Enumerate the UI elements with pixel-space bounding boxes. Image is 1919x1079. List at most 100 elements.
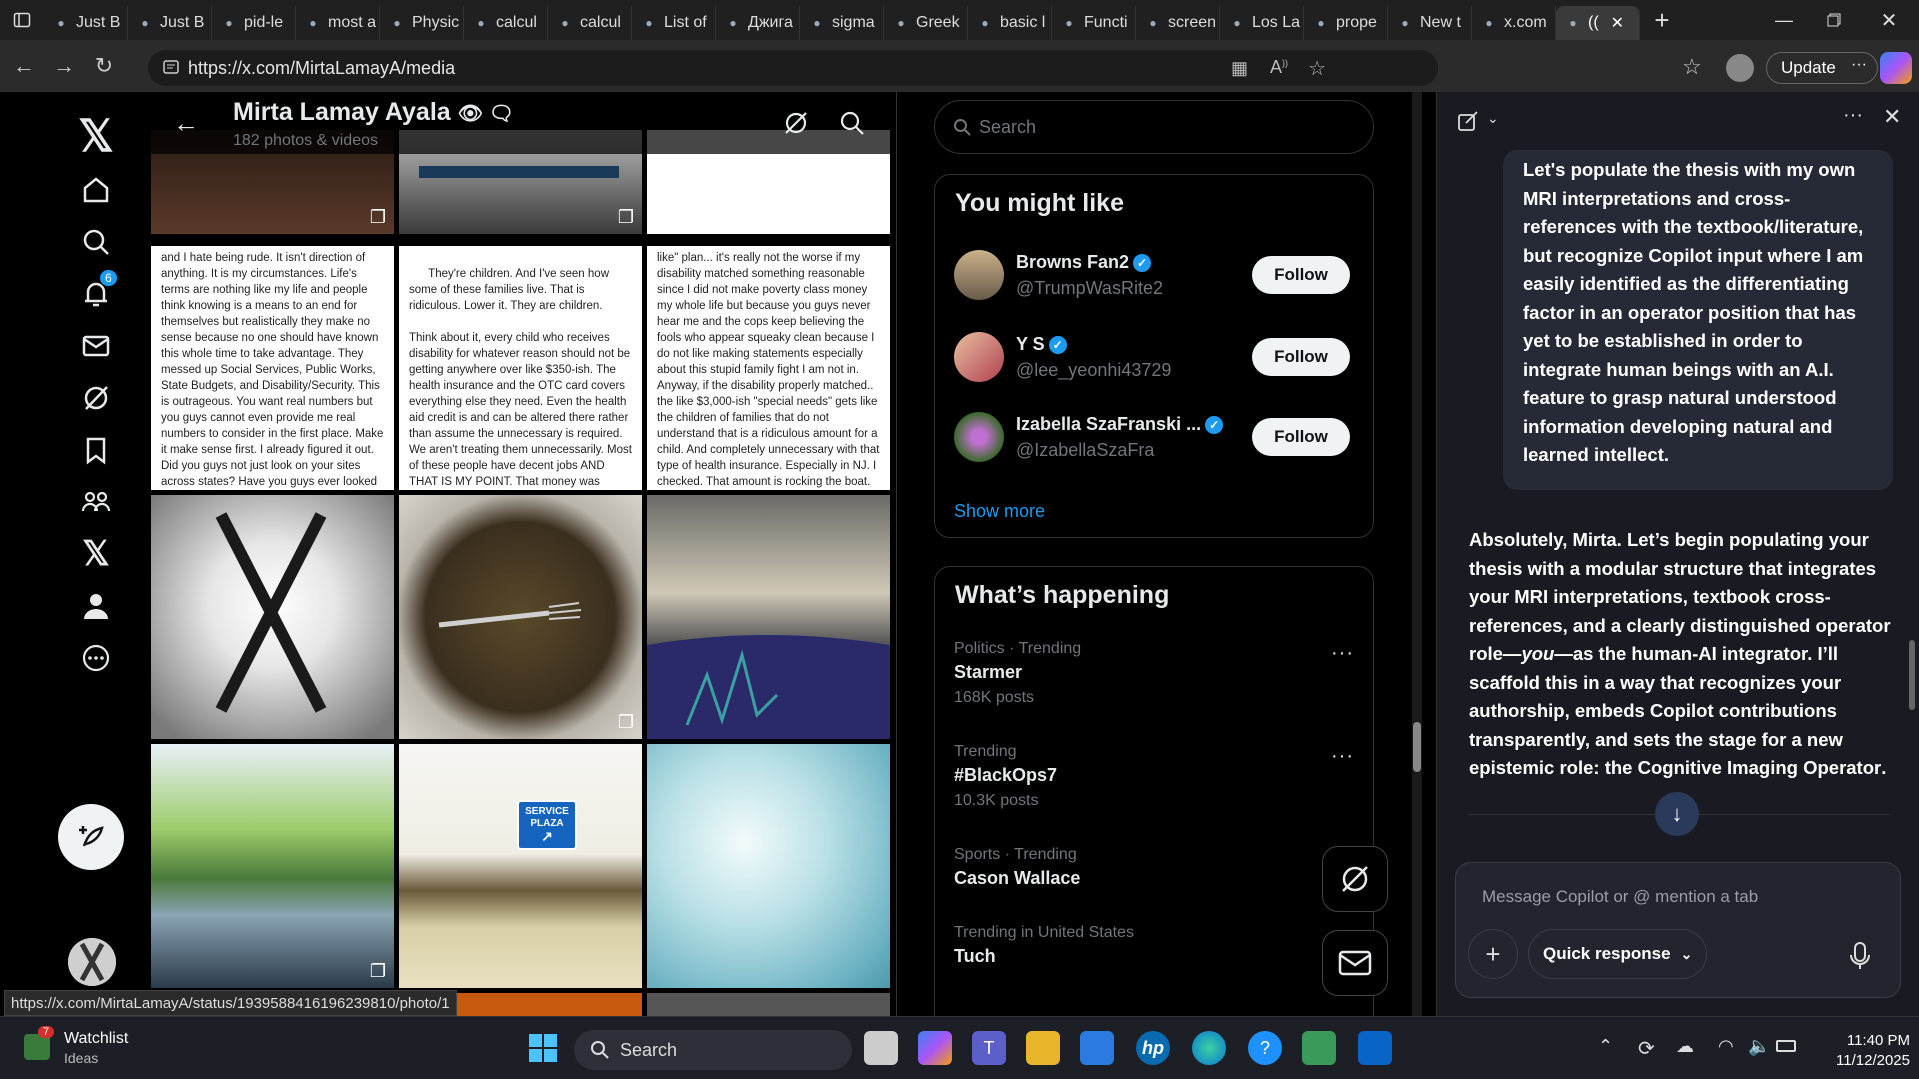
- favorite-star-icon[interactable]: ☆: [1308, 56, 1326, 81]
- microphone-icon[interactable]: [1848, 941, 1872, 976]
- clock-date[interactable]: 11/12/2025: [1820, 1052, 1910, 1069]
- browser-tab[interactable]: ● Functi: [1052, 6, 1136, 40]
- search-box[interactable]: Search: [934, 100, 1374, 154]
- compose-post-button[interactable]: [58, 804, 124, 870]
- battery-icon[interactable]: [1776, 1040, 1796, 1052]
- back-arrow-icon[interactable]: ←: [173, 108, 199, 139]
- volume-icon[interactable]: 🔈: [1748, 1036, 1770, 1057]
- scrollbar-thumb[interactable]: [1413, 722, 1421, 772]
- browser-tab[interactable]: ● x.com: [1472, 6, 1556, 40]
- browser-tab[interactable]: ● most a: [296, 6, 380, 40]
- grok-floating-button[interactable]: [1322, 846, 1388, 912]
- trend-more-icon[interactable]: ···: [1331, 642, 1354, 665]
- microsoft-store-icon[interactable]: [1080, 1031, 1114, 1065]
- browser-tab[interactable]: ● screen: [1136, 6, 1220, 40]
- tab-actions-icon[interactable]: [0, 0, 44, 40]
- start-button[interactable]: [528, 1033, 558, 1068]
- tray-chevron-icon[interactable]: ⌃: [1598, 1036, 1613, 1057]
- pane-more-icon[interactable]: ···: [1843, 104, 1863, 127]
- watchlist-widget[interactable]: 7 Watchlist Ideas: [24, 1026, 144, 1070]
- explore-search-icon[interactable]: [74, 220, 118, 264]
- show-more-link[interactable]: Show more: [954, 501, 1045, 522]
- tray-refresh-icon[interactable]: ⟳: [1638, 1036, 1655, 1061]
- profile-avatar[interactable]: [1726, 54, 1754, 82]
- taskbar-search-box[interactable]: Search: [574, 1030, 852, 1070]
- browser-tab[interactable]: ● ((✕: [1556, 6, 1640, 40]
- browser-tab[interactable]: ● prope: [1304, 6, 1388, 40]
- forward-button[interactable]: →: [44, 46, 84, 86]
- premium-x-icon[interactable]: 𝕏: [74, 532, 118, 576]
- media-item[interactable]: like" plan... it's really not the worse …: [647, 246, 890, 490]
- maximize-button[interactable]: [1809, 13, 1859, 27]
- media-item[interactable]: [151, 495, 394, 739]
- close-window-button[interactable]: ✕: [1859, 8, 1919, 33]
- copilot-app-icon[interactable]: [918, 1031, 952, 1065]
- browser-tab[interactable]: ● pid-le: [212, 6, 296, 40]
- teams-icon[interactable]: T: [972, 1031, 1006, 1065]
- media-item[interactable]: SERVICE PLAZA ↗: [399, 744, 642, 988]
- media-item[interactable]: and I hate being rude. It isn't directio…: [151, 246, 394, 490]
- refresh-button[interactable]: ↻: [84, 46, 124, 86]
- site-info-icon[interactable]: [162, 58, 180, 81]
- help-app-icon[interactable]: ?: [1248, 1031, 1282, 1065]
- trend-item[interactable]: Politics · Trending Starmer 168K posts ·…: [954, 640, 1354, 720]
- trend-more-icon[interactable]: ···: [1331, 745, 1354, 768]
- messages-floating-button[interactable]: [1322, 930, 1388, 996]
- follow-button[interactable]: Follow: [1252, 418, 1350, 456]
- grok-icon[interactable]: [74, 376, 118, 420]
- browser-tab[interactable]: ● Los La: [1220, 6, 1304, 40]
- message-input[interactable]: Message Copilot or @ mention a tab: [1482, 887, 1758, 907]
- minimize-button[interactable]: —: [1759, 10, 1809, 31]
- media-item[interactable]: ❐: [399, 495, 642, 739]
- more-circle-icon[interactable]: [74, 636, 118, 680]
- x-logo-icon[interactable]: 𝕏: [68, 108, 124, 164]
- copilot-scrollbar-thumb[interactable]: [1909, 640, 1915, 710]
- trend-item[interactable]: Sports · Trending Cason Wallace: [954, 846, 1254, 906]
- clock-time[interactable]: 11:40 PM: [1820, 1032, 1910, 1049]
- hp-app-icon[interactable]: hp: [1136, 1031, 1170, 1065]
- browser-tab[interactable]: ● Just B: [44, 6, 128, 40]
- outlook-icon[interactable]: [1358, 1031, 1392, 1065]
- browser-tab[interactable]: ● Джига: [716, 6, 800, 40]
- browser-tab[interactable]: ● Just B: [128, 6, 212, 40]
- task-view-icon[interactable]: [864, 1031, 898, 1065]
- trend-item[interactable]: Trending #BlackOps7 10.3K posts ···: [954, 743, 1354, 823]
- follow-button[interactable]: Follow: [1252, 256, 1350, 294]
- grok-action-icon[interactable]: [783, 110, 809, 141]
- browser-tab[interactable]: ● Greek: [884, 6, 968, 40]
- chevron-down-icon[interactable]: ⌄: [1487, 110, 1499, 127]
- scroll-down-button[interactable]: ↓: [1655, 792, 1699, 836]
- copilot-icon[interactable]: [1880, 52, 1912, 84]
- read-aloud-icon[interactable]: A)): [1270, 57, 1288, 78]
- app-icon[interactable]: [1302, 1031, 1336, 1065]
- file-explorer-icon[interactable]: [1026, 1031, 1060, 1065]
- communities-icon[interactable]: [74, 480, 118, 524]
- browser-tab[interactable]: ● List of: [632, 6, 716, 40]
- browser-tab[interactable]: ● calcul: [548, 6, 632, 40]
- quick-response-dropdown[interactable]: Quick response ⌄: [1528, 929, 1708, 979]
- bookmarks-icon[interactable]: [74, 428, 118, 472]
- browser-tab[interactable]: ● New t: [1388, 6, 1472, 40]
- close-tab-icon[interactable]: ✕: [1611, 13, 1624, 33]
- follow-button[interactable]: Follow: [1252, 338, 1350, 376]
- profile-icon[interactable]: [74, 584, 118, 628]
- media-item[interactable]: [647, 744, 890, 988]
- profile-search-icon[interactable]: [839, 110, 865, 141]
- browser-tab[interactable]: ● calcul: [464, 6, 548, 40]
- media-item[interactable]: ❐: [151, 744, 394, 988]
- media-item[interactable]: [647, 993, 890, 1016]
- browser-tab[interactable]: ● basic l: [968, 6, 1052, 40]
- media-item[interactable]: [647, 495, 890, 739]
- favorites-icon[interactable]: ☆: [1682, 54, 1702, 80]
- close-pane-icon[interactable]: ✕: [1883, 104, 1901, 130]
- new-chat-icon[interactable]: [1457, 110, 1479, 137]
- trend-item[interactable]: Trending in United States Tuch: [954, 924, 1254, 984]
- page-scrollbar[interactable]: [1412, 92, 1422, 1016]
- add-attachment-button[interactable]: +: [1468, 929, 1518, 979]
- onedrive-icon[interactable]: ☁: [1676, 1036, 1694, 1057]
- browser-tab[interactable]: ● Physic: [380, 6, 464, 40]
- address-input[interactable]: https://x.com/MirtaLamayA/media ▦ A)) ☆: [148, 50, 1438, 86]
- browser-tab[interactable]: ● sigma: [800, 6, 884, 40]
- media-item[interactable]: They're children. And I've seen how some…: [399, 246, 642, 490]
- messages-envelope-icon[interactable]: [74, 324, 118, 368]
